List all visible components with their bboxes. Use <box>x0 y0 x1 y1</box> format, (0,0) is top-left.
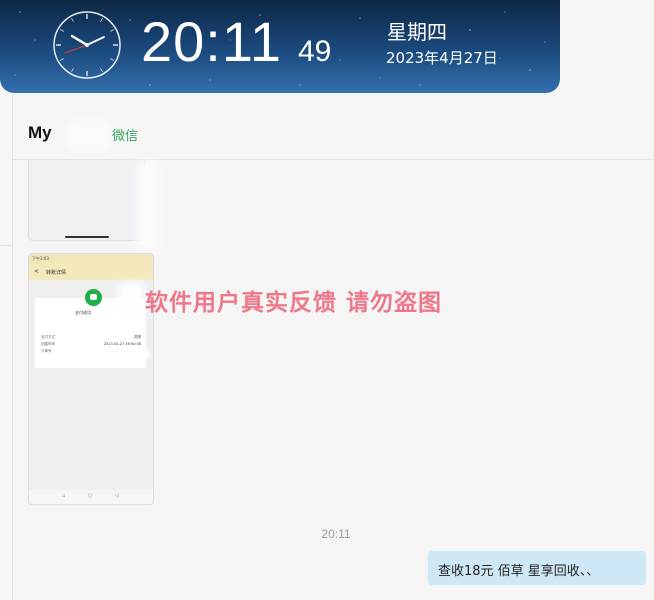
thumb-nav-icon: ◁ <box>115 493 119 499</box>
divider <box>0 245 12 246</box>
outgoing-message-bubble[interactable]: 查收18元 佰草 星享回收、、 <box>428 551 646 585</box>
redaction-blur <box>68 119 110 153</box>
message-text: 查收18元 佰草 星享回收、、 <box>438 564 600 579</box>
thumb-nav-icon: ○ <box>88 493 93 499</box>
thumb-bottom-nav: ▫ ○ ◁ <box>29 490 153 504</box>
redaction-blur <box>118 283 144 313</box>
analog-clock-icon <box>53 11 121 79</box>
thumb-nav-icon: ▫ <box>62 493 66 499</box>
chat-header: My 微信 <box>12 93 654 160</box>
payment-success-icon <box>85 289 102 306</box>
message-timestamp: 20:11 <box>321 527 351 541</box>
redaction-blur <box>136 160 158 250</box>
thumb-pay-name: 支付成功 <box>75 310 91 315</box>
watermark-text: 软件用户真实反馈 请勿盗图 <box>145 290 443 316</box>
redaction-blur <box>110 350 150 358</box>
clock-widget: 20:11 49 星期四 2023年4月27日 <box>0 0 560 93</box>
thumb-nav-bar: < 转账详情 <box>29 264 153 280</box>
contact-name[interactable]: My <box>28 123 52 143</box>
thumb-row: 支付方式 花呗 <box>41 335 141 339</box>
image-message[interactable] <box>28 160 145 241</box>
clock-seconds: 49 <box>298 35 332 68</box>
thumb-nav-title: 转账详情 <box>46 270 67 276</box>
clock-time: 20:11 <box>141 10 282 73</box>
clock-weekday: 星期四 <box>387 20 447 44</box>
thumb-status-bar: 下午3:03 <box>29 254 153 264</box>
thumb-row: 创建时间 2023-04-27 16:50:38 <box>41 342 141 346</box>
phone-home-indicator <box>65 236 109 238</box>
back-arrow-icon: < <box>34 268 40 275</box>
contact-source-tag: 微信 <box>112 129 139 144</box>
clock-date: 2023年4月27日 <box>386 49 498 67</box>
